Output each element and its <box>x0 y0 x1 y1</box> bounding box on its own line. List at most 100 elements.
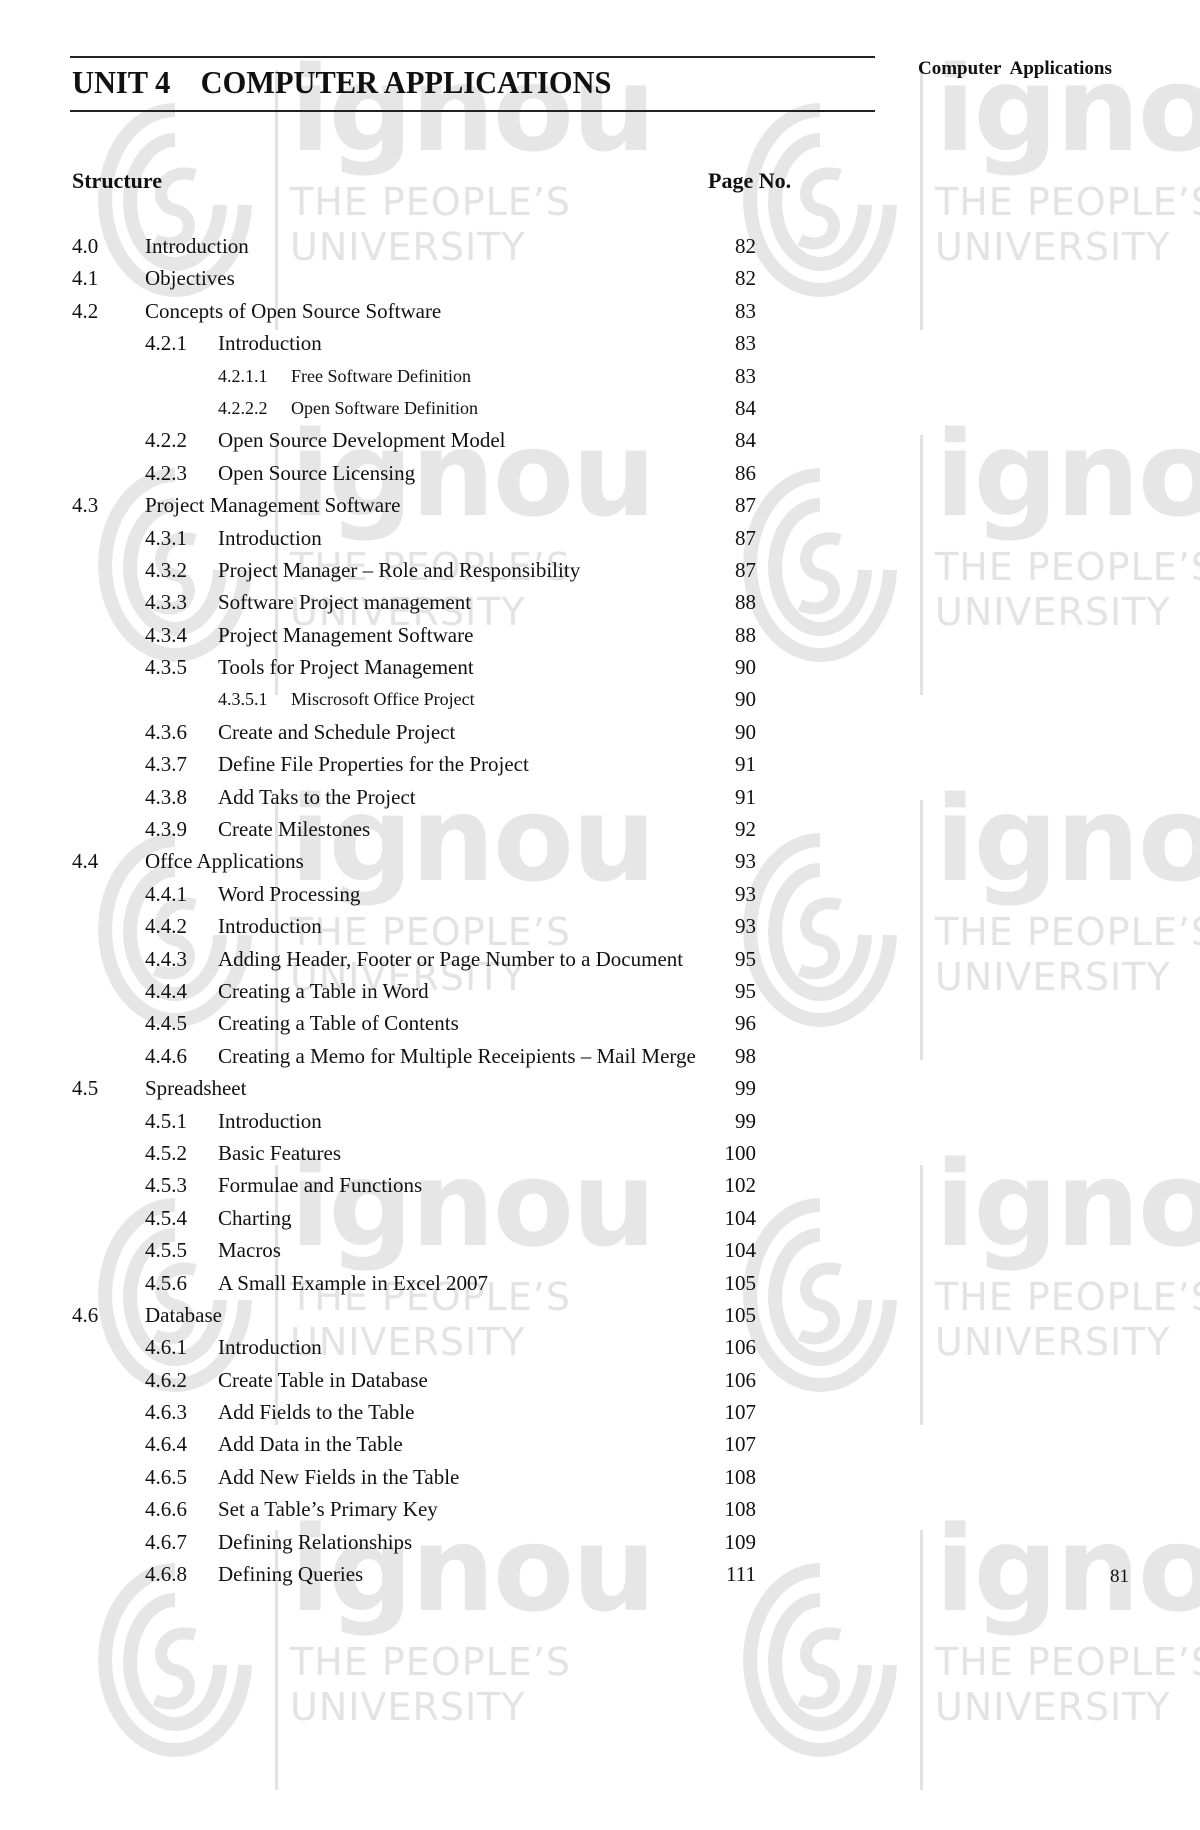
toc-entry: 4.4 Offce Applications 93 <box>72 845 792 877</box>
toc-entry: 4.0 Introduction 82 <box>72 230 792 262</box>
toc-entry-title: Introduction <box>218 914 322 939</box>
toc-entry: 4.5.4 Charting 104 <box>72 1202 792 1234</box>
toc-entry-title: Add Data in the Table <box>218 1432 403 1457</box>
toc-entry-number: 4.6.6 <box>145 1497 187 1522</box>
toc-entry-title: Word Processing <box>218 881 361 906</box>
toc-entry-number: 4.3.1 <box>145 525 187 550</box>
document-page: UNIT 4 COMPUTER APPLICATIONS Computer Ap… <box>0 0 1200 1697</box>
toc-entry-number: 4.3.2 <box>145 557 187 582</box>
toc-entry-page: 87 <box>735 493 756 518</box>
toc-entry-number: 4.3.5 <box>145 655 187 680</box>
toc-entry-number: 4.6.2 <box>145 1367 187 1392</box>
structure-heading: Structure <box>72 168 163 193</box>
toc-entry-number: 4.5.5 <box>145 1238 187 1263</box>
toc-entry: 4.6.3 Add Fields to the Table 107 <box>72 1396 792 1428</box>
toc-entry-number: 4.3.6 <box>145 719 187 744</box>
toc-entry-page: 92 <box>735 817 756 842</box>
toc-entry-title: Creating a Memo for Multiple Receipients… <box>218 1043 696 1068</box>
toc-entry-title: Create Milestones <box>218 817 371 842</box>
toc-entry: 4.6 Database 105 <box>72 1299 792 1331</box>
toc-entry-title: Defining Relationships <box>218 1529 413 1554</box>
toc-entry-title: Project Management Software <box>218 622 474 647</box>
toc-entry-page: 100 <box>724 1140 757 1165</box>
toc-entry-number: 4.4.6 <box>145 1043 187 1068</box>
toc-entry-number: 4.5.2 <box>145 1140 187 1165</box>
toc-entry-title: Open Source Development Model <box>218 428 506 453</box>
toc-entry-title: Tools for Project Management <box>218 655 474 680</box>
toc-entry: 4.4.5 Creating a Table of Contents 96 <box>72 1007 792 1039</box>
toc-entry: 4.3.1 Introduction 87 <box>72 522 792 554</box>
toc-entry-number: 4.3 <box>72 493 99 518</box>
toc-entry-title: Spreadsheet <box>145 1076 247 1101</box>
toc-entry-title: Free Software Definition <box>291 365 471 386</box>
table-of-contents: 4.0 Introduction 82 4.1 Objectives 82 4.2 Conce… <box>72 230 792 1590</box>
toc-entry-page: 88 <box>735 590 756 615</box>
toc-entry-number: 4.2.3 <box>145 460 187 485</box>
toc-entry-title: Adding Header, Footer or Page Number to … <box>218 946 684 971</box>
toc-entry: 4.6.7 Defining Relationships 109 <box>72 1526 792 1558</box>
toc-entry: 4.3.3 Software Project management 88 <box>72 586 792 618</box>
toc-entry: 4.3.2 Project Manager – Role and Responsi… <box>72 554 792 586</box>
toc-entry: 4.4.1 Word Processing 93 <box>72 878 792 910</box>
running-head: Computer Applications <box>918 58 1112 79</box>
toc-entry-number: 4.3.5.1 <box>218 689 268 710</box>
toc-entry-page: 111 <box>726 1562 756 1587</box>
toc-entry: 4.6.5 Add New Fields in the Table 108 <box>72 1461 792 1493</box>
toc-entry: 4.5.2 Basic Features 100 <box>72 1137 792 1169</box>
toc-entry-title: Charting <box>218 1205 292 1230</box>
toc-entry: 4.5.3 Formulae and Functions 102 <box>72 1169 792 1201</box>
toc-entry: 4.2.2 Open Source Development Model 84 <box>72 424 792 456</box>
toc-entry-title: Define File Properties for the Project <box>218 752 529 777</box>
toc-entry-title: Software Project management <box>218 590 472 615</box>
toc-entry-title: Add Taks to the Project <box>218 784 416 809</box>
toc-entry: 4.4.6 Creating a Memo for Multiple Receip… <box>72 1040 792 1072</box>
toc-entry-number: 4.6.8 <box>145 1562 187 1587</box>
toc-entry-number: 4.6.3 <box>145 1400 187 1425</box>
toc-entry-title: Creating a Table of Contents <box>218 1011 459 1036</box>
toc-entry-number: 4.3.4 <box>145 622 187 647</box>
toc-entry-page: 107 <box>724 1400 757 1425</box>
toc-entry-number: 4.6.7 <box>145 1529 187 1554</box>
toc-entry-page: 106 <box>724 1335 757 1360</box>
toc-entry-number: 4.4 <box>72 849 99 874</box>
page-number: 81 <box>1110 1566 1129 1587</box>
toc-entry-number: 4.6 <box>72 1302 99 1327</box>
toc-entry: 4.2.2.2 Open Software Definition 84 <box>72 392 792 424</box>
toc-entry-page: 95 <box>735 978 756 1003</box>
toc-entry-number: 4.2.2.2 <box>218 397 268 418</box>
title-bottom-rule <box>70 110 875 112</box>
toc-entry-title: Concepts of Open Source Software <box>145 298 442 323</box>
toc-entry-number: 4.4.4 <box>145 978 187 1003</box>
toc-entry: 4.5.5 Macros 104 <box>72 1234 792 1266</box>
toc-entry-page: 83 <box>735 298 756 323</box>
toc-entry: 4.4.4 Creating a Table in Word 95 <box>72 975 792 1007</box>
toc-entry: 4.6.2 Create Table in Database 106 <box>72 1364 792 1396</box>
toc-entry-number: 4.2 <box>72 298 99 323</box>
toc-entry-page: 105 <box>724 1270 757 1295</box>
toc-entry-page: 93 <box>735 881 756 906</box>
toc-entry-title: Basic Features <box>218 1140 342 1165</box>
toc-entry-page: 86 <box>735 460 756 485</box>
toc-entry-page: 84 <box>735 428 756 453</box>
toc-entry: 4.2 Concepts of Open Source Software 83 <box>72 295 792 327</box>
toc-entry-number: 4.1 <box>72 266 99 291</box>
toc-entry: 4.5.6 A Small Example in Excel 2007 105 <box>72 1267 792 1299</box>
toc-entry-title: Add New Fields in the Table <box>218 1464 460 1489</box>
toc-entry-title: A Small Example in Excel 2007 <box>218 1270 489 1295</box>
toc-entry-title: Add Fields to the Table <box>218 1400 415 1425</box>
toc-entry-title: Formulae and Functions <box>218 1173 423 1198</box>
toc-entry: 4.3.6 Create and Schedule Project 90 <box>72 716 792 748</box>
toc-entry-number: 4.6.4 <box>145 1432 187 1457</box>
title-top-rule <box>70 56 875 58</box>
toc-entry-title: Create and Schedule Project <box>218 719 456 744</box>
toc-entry-title: Project Manager – Role and Responsibilit… <box>218 557 581 582</box>
toc-entry: 4.3.9 Create Milestones 92 <box>72 813 792 845</box>
toc-entry-page: 108 <box>724 1464 757 1489</box>
toc-entry: 4.6.8 Defining Queries 111 <box>72 1558 792 1590</box>
toc-entry: 4.2.1.1 Free Software Definition 83 <box>72 360 792 392</box>
toc-entry-number: 4.4.5 <box>145 1011 187 1036</box>
toc-entry-title: Macros <box>218 1238 281 1263</box>
toc-entry-title: Offce Applications <box>145 849 304 874</box>
toc-entry-title: Creating a Table in Word <box>218 978 429 1003</box>
toc-entry-number: 4.5.4 <box>145 1205 187 1230</box>
